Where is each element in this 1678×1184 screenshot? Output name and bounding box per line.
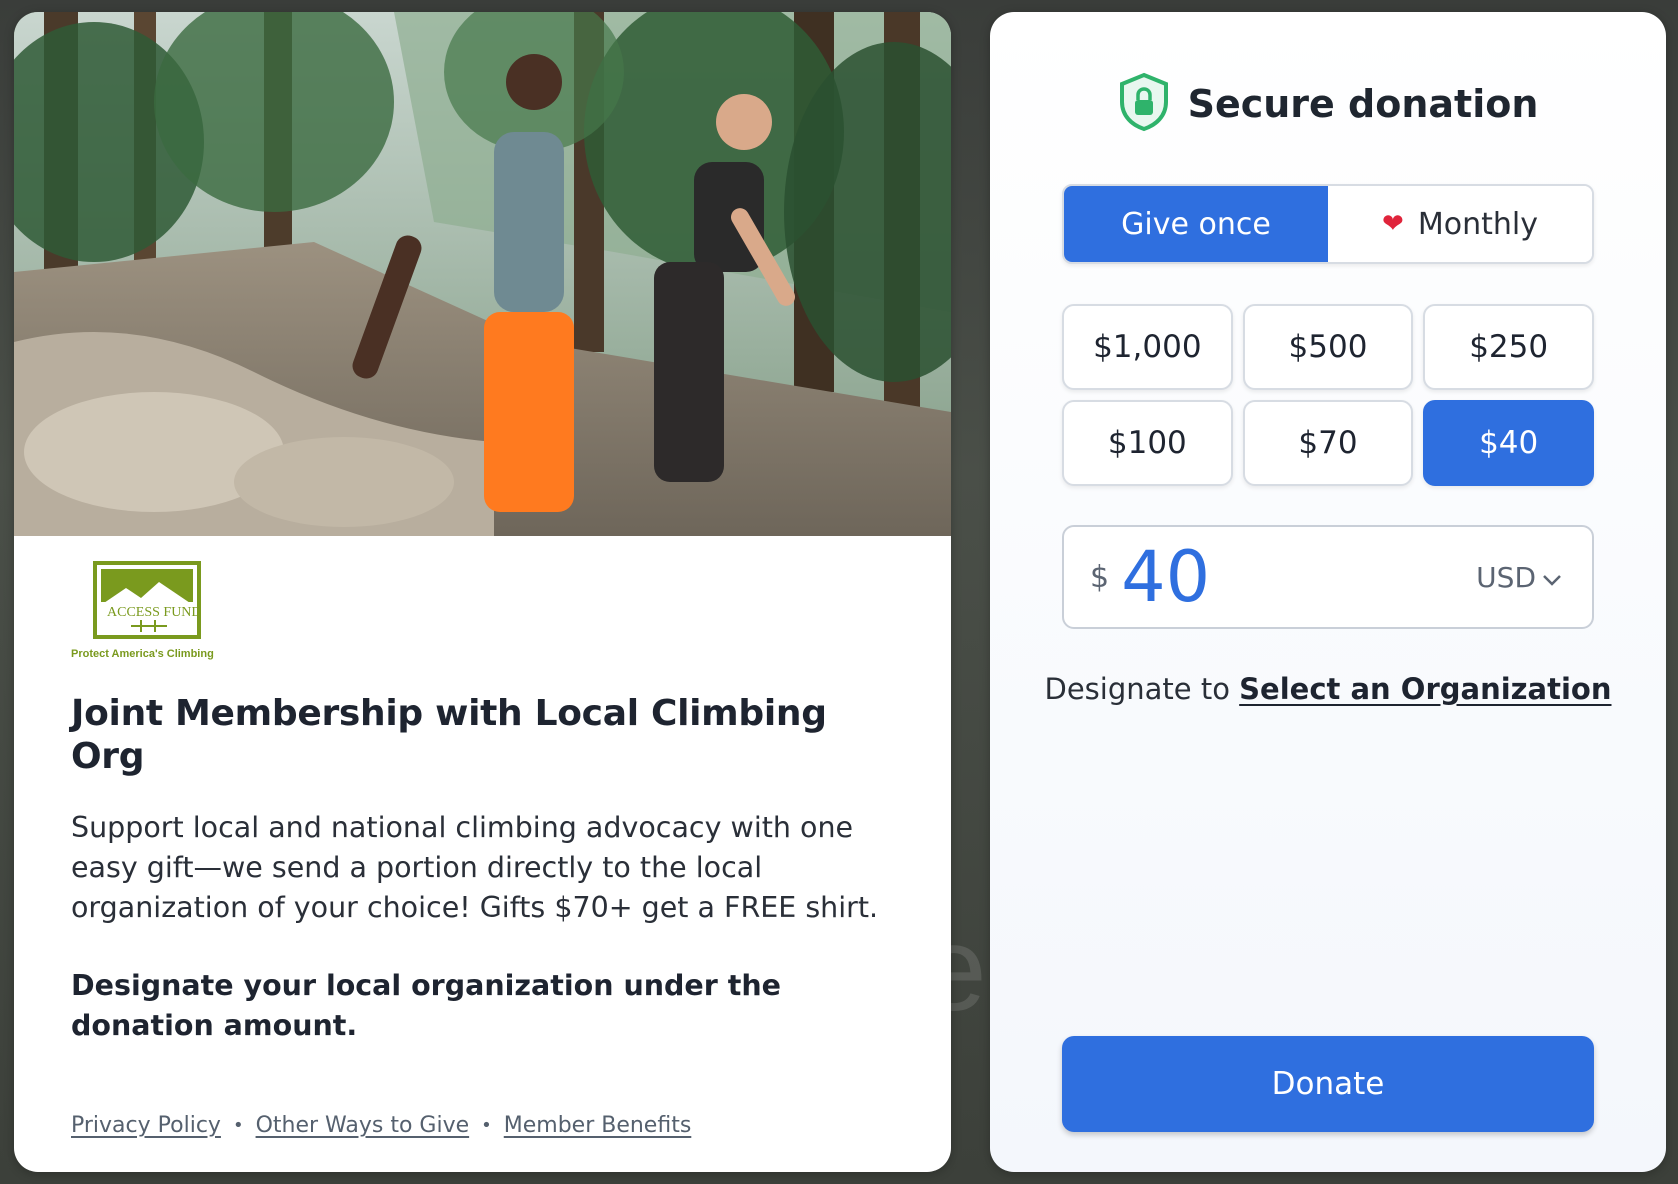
currency-symbol: $ [1090,559,1110,595]
svg-text:Protect America's Climbing: Protect America's Climbing [71,648,214,660]
donation-form: Secure donation Give once ❤ Monthly $1,0… [990,12,1666,1172]
access-fund-logo: ACCESS FUND Protect America's Climbing [71,560,231,664]
frequency-toggle: Give once ❤ Monthly [1062,184,1594,264]
campaign-note: Designate your local organization under … [71,969,781,1043]
donate-button[interactable]: Donate [1062,1036,1594,1132]
give-once-button[interactable]: Give once [1064,186,1328,262]
currency-code: USD [1476,560,1536,594]
amount-input[interactable]: $ 40 USD [1062,525,1594,629]
logo-text: ACCESS FUND [107,605,202,620]
designate-row: Designate to Select an Organization [990,672,1666,706]
amount-option-70[interactable]: $70 [1242,400,1414,486]
campaign-content: ACCESS FUND Protect America's Climbing J… [14,536,951,1172]
member-benefits-link[interactable]: Member Benefits [504,1113,692,1138]
shield-lock-icon [1118,72,1170,136]
other-ways-link[interactable]: Other Ways to Give [256,1113,470,1138]
secure-title: Secure donation [1187,82,1539,126]
secure-header: Secure donation [990,72,1666,136]
separator-dot: • [232,1115,244,1136]
amount-options: $1,000 $500 $250 $100 $70 $40 [1062,304,1594,486]
currency-select[interactable]: USD [1476,561,1562,594]
give-once-label: Give once [1121,206,1271,242]
chevron-down-icon [1542,561,1562,594]
select-organization-link[interactable]: Select an Organization [1239,672,1611,706]
footer-links: Privacy Policy • Other Ways to Give • Me… [71,1113,691,1138]
amount-option-1000[interactable]: $1,000 [1062,304,1233,390]
amount-value[interactable]: 40 [1121,536,1476,618]
amount-option-500[interactable]: $500 [1242,304,1414,390]
monthly-button[interactable]: ❤ Monthly [1328,186,1592,262]
amount-option-40[interactable]: $40 [1423,400,1594,486]
privacy-policy-link[interactable]: Privacy Policy [71,1113,221,1138]
amount-option-250[interactable]: $250 [1423,304,1594,390]
monthly-label: Monthly [1417,206,1538,242]
designate-prefix: Designate to [1044,672,1240,706]
hero-photo [14,12,951,536]
amount-option-100[interactable]: $100 [1062,400,1233,486]
heart-icon: ❤ [1382,209,1404,239]
campaign-description: Support local and national climbing advo… [71,811,879,925]
campaign-title: Joint Membership with Local Climbing Org [71,693,827,778]
separator-dot: • [481,1115,492,1136]
campaign-card: ACCESS FUND Protect America's Climbing J… [14,12,951,1172]
